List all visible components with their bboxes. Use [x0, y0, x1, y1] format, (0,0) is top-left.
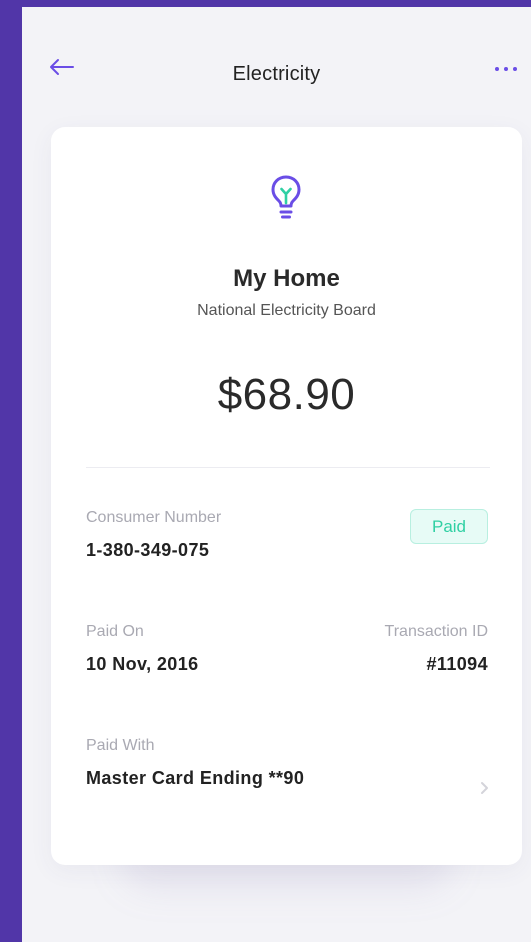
transaction-id-value: #11094	[426, 654, 488, 674]
account-name: My Home	[233, 265, 340, 292]
divider	[86, 467, 490, 468]
paid-on-value: 10 Nov, 2016	[86, 654, 199, 674]
paid-with-label: Paid With	[86, 737, 155, 754]
bill-amount: $68.90	[217, 370, 356, 419]
lightbulb-icon	[271, 175, 301, 219]
provider-name: National Electricity Board	[197, 302, 376, 319]
consumer-number-value: 1-380-349-075	[86, 540, 210, 560]
consumer-number-label: Consumer Number	[86, 509, 222, 526]
paid-on-label: Paid On	[86, 623, 144, 640]
bill-card: My Home National Electricity Board $68.9…	[51, 127, 522, 865]
page-title: Electricity	[232, 63, 321, 85]
more-horizontal-icon	[495, 67, 499, 71]
more-button[interactable]	[488, 59, 524, 79]
transaction-id-label: Transaction ID	[384, 623, 488, 640]
status-badge: Paid	[410, 509, 488, 544]
payment-method-row[interactable]: Master Card Ending **90	[86, 768, 304, 789]
app-screen: Electricity My Home National Electricity…	[22, 7, 531, 942]
header: Electricity	[22, 7, 531, 132]
chevron-right-icon[interactable]	[477, 779, 491, 797]
